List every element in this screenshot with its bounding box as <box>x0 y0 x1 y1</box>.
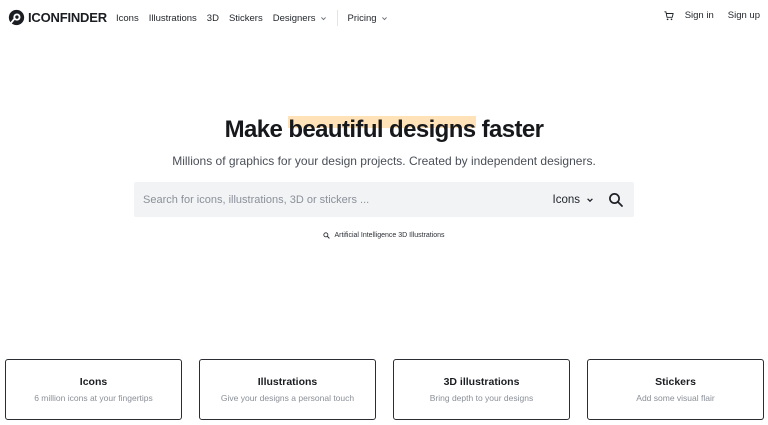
sign-in-link[interactable]: Sign in <box>685 10 714 21</box>
main-nav: Icons Illustrations 3D Stickers Designer… <box>116 10 388 26</box>
card-description: Add some visual flair <box>636 393 715 403</box>
chevron-down-icon <box>320 16 326 20</box>
nav-pricing[interactable]: Pricing <box>348 13 388 24</box>
nav-icons[interactable]: Icons <box>116 13 139 24</box>
top-header: ICONFINDER Icons Illustrations 3D Sticke… <box>0 0 768 34</box>
card-title: Illustrations <box>257 376 318 388</box>
search-icon[interactable] <box>608 192 624 208</box>
sign-up-link[interactable]: Sign up <box>728 10 760 21</box>
nav-designers-label: Designers <box>272 12 316 24</box>
search-input[interactable] <box>134 182 553 217</box>
chevron-down-icon <box>587 197 593 202</box>
nav-divider <box>336 10 338 26</box>
search-icon <box>323 232 331 239</box>
hero-subtitle: Millions of graphics for your design pro… <box>172 154 596 168</box>
card-title: Icons <box>79 376 108 388</box>
card-icons[interactable]: Icons 6 million icons at your fingertips <box>5 359 182 420</box>
hero-title-part2: faster <box>475 116 544 143</box>
iconfinder-logo-icon <box>8 9 25 25</box>
card-3d-illustrations[interactable]: 3D illustrations Bring depth to your des… <box>393 359 570 420</box>
suggestion-link[interactable]: Artificial Intelligence 3D Illustrations <box>323 232 445 239</box>
category-cards: Icons 6 million icons at your fingertips… <box>5 359 765 420</box>
search-type-select[interactable]: Icons <box>553 194 595 206</box>
hero-title: Make beautiful designs faster <box>0 116 768 144</box>
page: ICONFINDER Icons Illustrations 3D Sticke… <box>0 0 768 425</box>
cart-icon[interactable] <box>664 10 674 21</box>
card-title: Stickers <box>655 376 696 388</box>
search-suggestion: Artificial Intelligence 3D Illustrations <box>0 232 768 239</box>
hero-title-highlight: beautiful designs <box>288 116 476 143</box>
card-description: Bring depth to your designs <box>429 393 534 403</box>
chevron-down-icon <box>381 16 387 20</box>
nav-stickers[interactable]: Stickers <box>229 13 263 24</box>
card-description: Give your designs a personal touch <box>220 393 355 403</box>
logo[interactable]: ICONFINDER <box>8 8 107 26</box>
card-title: 3D illustrations <box>443 376 520 388</box>
card-stickers[interactable]: Stickers Add some visual flair <box>587 359 764 420</box>
card-description: 6 million icons at your fingertips <box>34 393 153 403</box>
search-type-label: Icons <box>552 193 581 206</box>
suggestion-text: Artificial Intelligence 3D Illustrations <box>334 232 445 239</box>
nav-3d[interactable]: 3D <box>207 13 219 24</box>
nav-designers[interactable]: Designers <box>273 13 327 24</box>
search-bar: Icons <box>134 182 634 217</box>
card-illustrations[interactable]: Illustrations Give your designs a person… <box>199 359 376 420</box>
header-actions: Sign in Sign up <box>664 10 760 21</box>
nav-illustrations[interactable]: Illustrations <box>149 13 197 24</box>
nav-pricing-label: Pricing <box>347 12 377 24</box>
logo-text: ICONFINDER <box>28 9 107 25</box>
hero-title-part1: Make <box>224 116 289 143</box>
